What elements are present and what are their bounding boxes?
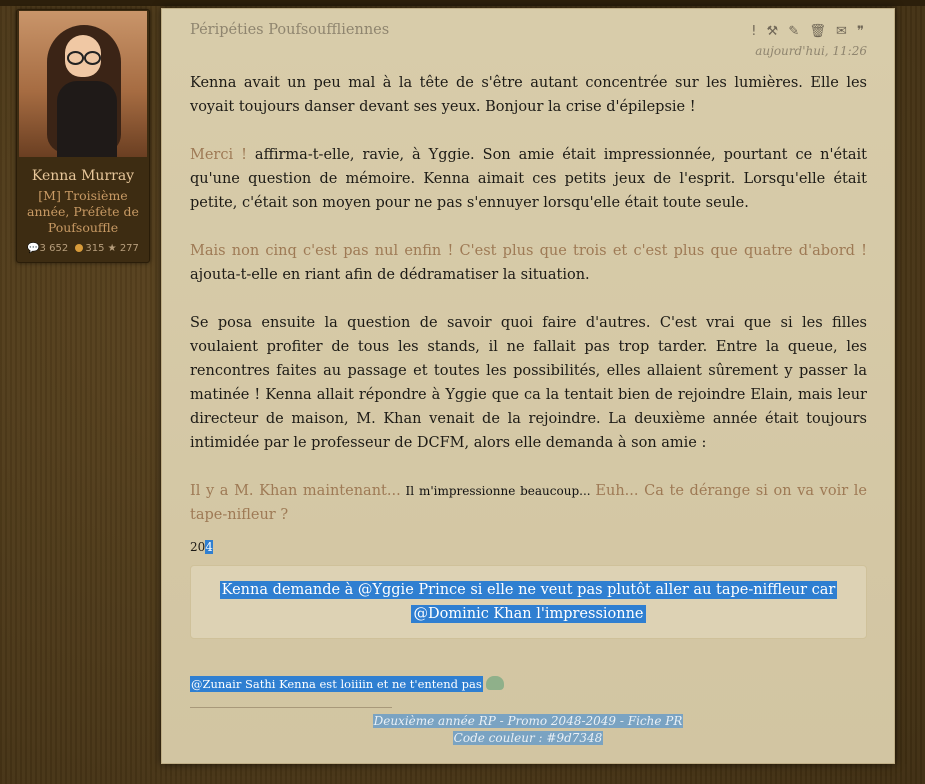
paragraph: Kenna avait un peu mal à la tête de s'êt… xyxy=(190,75,867,115)
word-count: 204 xyxy=(190,540,213,554)
post-title[interactable]: Péripéties Poufsouffliennes xyxy=(190,22,389,38)
narration: ajouta-t-elle en riant afin de dédramati… xyxy=(190,267,590,283)
post-actions[interactable]: ! ⚒ ✎ 🗑 ✉ ❞ xyxy=(751,24,867,39)
galleon-icon xyxy=(75,244,84,252)
stars-count: 277 xyxy=(119,243,139,254)
note-line: Kenna demande à @Yggie Prince si elle ne… xyxy=(219,581,838,599)
frog-smiley-icon xyxy=(486,676,505,690)
mention-text[interactable]: @Zunair Sathi Kenna est loiiiin et ne t'… xyxy=(190,676,483,692)
action-note-box: Kenna demande à @Yggie Prince si elle ne… xyxy=(190,565,867,639)
avatar[interactable] xyxy=(19,11,147,157)
dialogue: Il y a M. Khan maintenant... xyxy=(190,483,401,499)
author-stats: 💬3 652 315 ★ 277 xyxy=(17,243,149,254)
author-name[interactable]: Kenna Murray xyxy=(17,168,149,184)
messages-count: 3 652 xyxy=(39,243,69,254)
dialogue: Merci ! xyxy=(190,147,247,163)
signature-line: Deuxième année RP - Promo 2048-2049 - Fi… xyxy=(372,714,684,728)
star-icon: ★ xyxy=(107,243,117,254)
post-body: Kenna avait un peu mal à la tête de s'êt… xyxy=(190,71,867,559)
messages-icon: 💬 xyxy=(27,243,40,254)
whisper: Il m'impressionne beaucoup... xyxy=(400,484,596,498)
signature-line: Code couleur : #9d7348 xyxy=(452,731,604,745)
post-date: aujourd'hui, 11:26 xyxy=(755,44,867,58)
paragraph: Merci ! affirma-t-elle, ravie, à Yggie. … xyxy=(190,143,867,215)
paragraph: Mais non cinq c'est pas nul enfin ! C'es… xyxy=(190,239,867,287)
post: Péripéties Poufsouffliennes ! ⚒ ✎ 🗑 ✉ ❞ … xyxy=(161,8,895,764)
paragraph: Se posa ensuite la question de savoir qu… xyxy=(190,315,867,451)
dialogue: Mais non cinq c'est pas nul enfin ! C'es… xyxy=(190,243,867,259)
author-role: [M] Troisième année, Préfète de Poufsouf… xyxy=(27,188,139,235)
galleons-count: 315 xyxy=(85,243,105,254)
note-line: @Dominic Khan l'impressionne xyxy=(411,605,646,623)
narration: affirma-t-elle, ravie, à Yggie. Son amie… xyxy=(190,147,867,211)
top-border xyxy=(0,0,925,6)
mention-note: @Zunair Sathi Kenna est loiiiin et ne t'… xyxy=(190,676,505,692)
paragraph: Il y a M. Khan maintenant... Il m'impres… xyxy=(190,479,867,527)
signature: Deuxième année RP - Promo 2048-2049 - Fi… xyxy=(161,713,895,747)
signature-divider xyxy=(190,707,392,708)
author-profile: Kenna Murray [M] Troisième année, Préfèt… xyxy=(16,9,150,263)
